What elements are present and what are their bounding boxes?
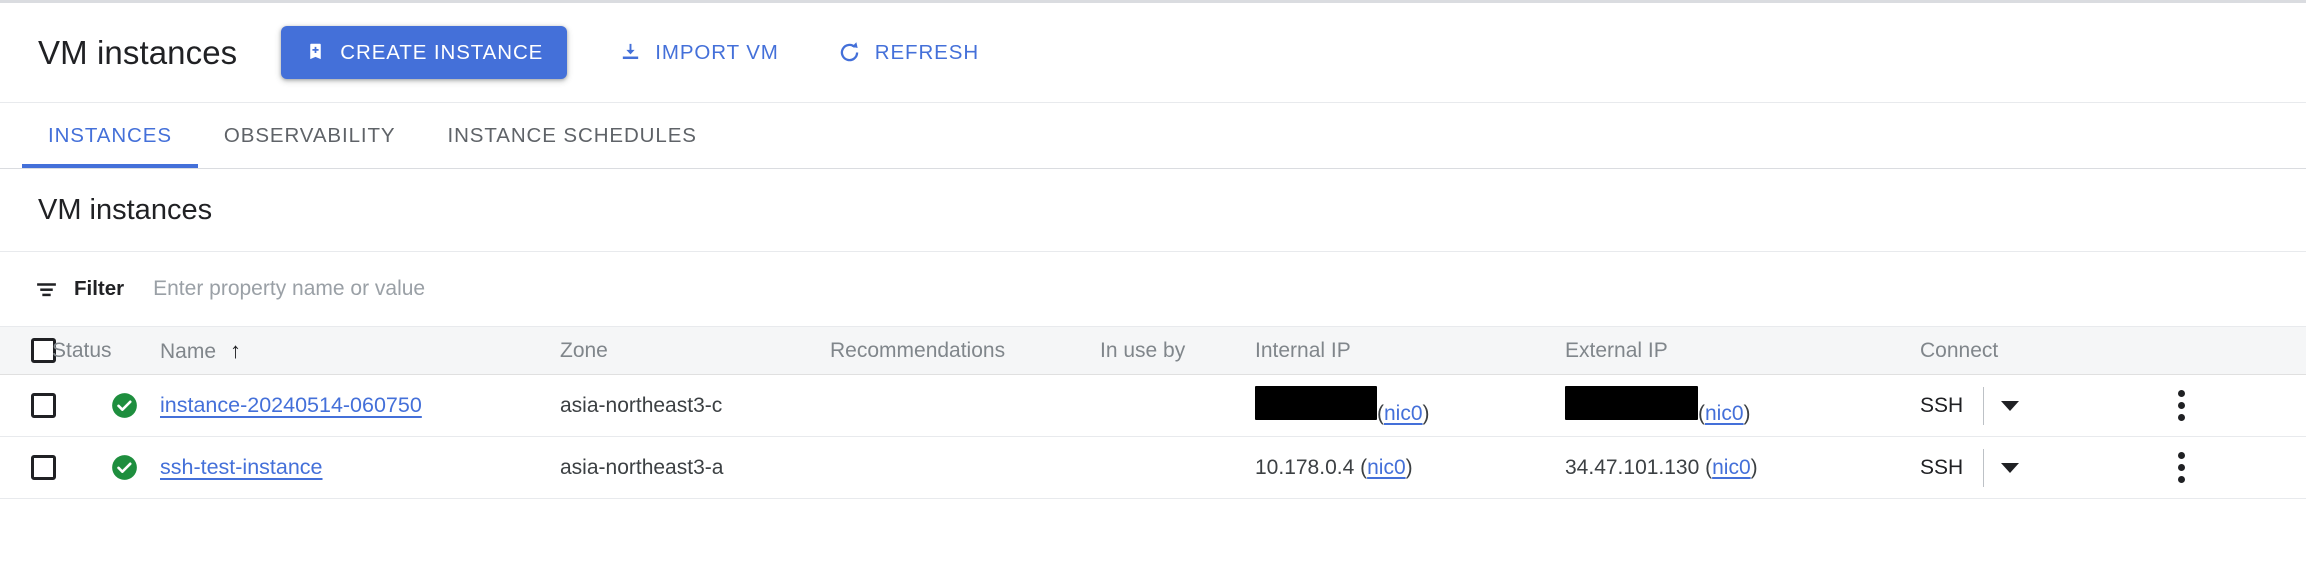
external-ip-paren-open: ( xyxy=(1699,455,1713,479)
column-header-zone[interactable]: Zone xyxy=(560,326,830,375)
column-header-name-label: Name xyxy=(160,339,217,363)
import-vm-label: IMPORT VM xyxy=(655,40,779,64)
table-row[interactable]: instance-20240514-060750 asia-northeast3… xyxy=(0,374,2306,437)
connect-divider xyxy=(1983,448,1985,487)
row-select-cell xyxy=(0,436,56,499)
row-actions-cell xyxy=(2120,436,2306,499)
import-vm-button[interactable]: IMPORT VM xyxy=(603,26,795,79)
row-actions-cell xyxy=(2120,374,2306,437)
page-title: VM instances xyxy=(38,33,238,71)
row-status-cell xyxy=(52,374,160,437)
row-external-ip-cell: 34.47.101.130 (nic0) xyxy=(1565,436,1920,499)
row-internal-ip-cell: 10.178.0.4 (nic0) xyxy=(1255,436,1565,499)
column-header-connect[interactable]: Connect xyxy=(1920,326,2120,375)
select-all-header xyxy=(0,326,56,375)
internal-ip-paren-open: ( xyxy=(1377,401,1384,425)
internal-ip-paren-close: ) xyxy=(1422,401,1430,425)
tab-instances[interactable]: INSTANCES xyxy=(22,103,198,168)
filter-icon[interactable] xyxy=(34,277,59,302)
row-external-ip-cell: (nic0) xyxy=(1565,374,1920,437)
filter-input[interactable] xyxy=(151,276,956,302)
internal-ip-paren-close: ) xyxy=(1405,455,1413,479)
row-recommendations-cell xyxy=(830,374,1100,437)
internal-nic-link[interactable]: nic0 xyxy=(1367,456,1406,480)
filter-label: Filter xyxy=(74,277,125,300)
tab-bar: INSTANCES OBSERVABILITY INSTANCE SCHEDUL… xyxy=(0,103,2306,169)
internal-nic-link[interactable]: nic0 xyxy=(1384,402,1423,426)
row-internal-ip-cell: (nic0) xyxy=(1255,374,1565,437)
download-icon xyxy=(619,41,642,64)
external-ip-paren-open: ( xyxy=(1698,401,1705,425)
row-status-cell xyxy=(52,436,160,499)
add-instance-icon xyxy=(305,42,326,63)
row-zone-cell: asia-northeast3-a xyxy=(560,436,830,499)
column-header-recommendations[interactable]: Recommendations xyxy=(830,326,1100,375)
external-nic-link[interactable]: nic0 xyxy=(1712,456,1751,480)
external-ip-redaction xyxy=(1565,385,1698,420)
row-in-use-by-cell xyxy=(1100,436,1255,499)
row-name-cell: ssh-test-instance xyxy=(160,436,560,499)
external-nic-link[interactable]: nic0 xyxy=(1705,402,1744,426)
internal-ip-value: 10.178.0.4 xyxy=(1255,455,1355,479)
chevron-down-icon[interactable] xyxy=(2001,462,2020,473)
row-connect-cell: SSH xyxy=(1920,436,2120,499)
sort-ascending-icon: ↑ xyxy=(230,337,242,363)
internal-ip-redaction xyxy=(1255,385,1377,420)
column-header-status[interactable]: Status xyxy=(52,326,160,375)
external-ip-paren-close: ) xyxy=(1750,455,1758,479)
external-ip-paren-close: ) xyxy=(1743,401,1751,425)
ssh-button[interactable]: SSH xyxy=(1920,456,1963,480)
column-header-name[interactable]: Name ↑ xyxy=(160,326,560,375)
chevron-down-icon[interactable] xyxy=(2001,400,2020,411)
table-row[interactable]: ssh-test-instance asia-northeast3-a 10.1… xyxy=(0,436,2306,499)
refresh-label: REFRESH xyxy=(874,40,980,64)
filter-bar: Filter xyxy=(0,252,2306,326)
refresh-button[interactable]: REFRESH xyxy=(821,26,995,79)
column-header-in-use-by[interactable]: In use by xyxy=(1100,326,1255,375)
more-vert-icon[interactable] xyxy=(2178,452,2185,483)
tab-instance-schedules[interactable]: INSTANCE SCHEDULES xyxy=(422,103,723,168)
row-select-cell xyxy=(0,374,56,437)
create-instance-button[interactable]: CREATE INSTANCE xyxy=(281,26,568,79)
more-vert-icon[interactable] xyxy=(2178,390,2185,421)
row-name-cell: instance-20240514-060750 xyxy=(160,374,560,437)
row-zone-cell: asia-northeast3-c xyxy=(560,374,830,437)
column-header-internal-ip[interactable]: Internal IP xyxy=(1255,326,1565,375)
refresh-icon xyxy=(837,40,862,65)
table-header-row: Status Name ↑ Zone Recommendations In use… xyxy=(0,326,2306,375)
column-header-external-ip[interactable]: External IP xyxy=(1565,326,1920,375)
section-header: VM instances xyxy=(0,169,2306,252)
row-in-use-by-cell xyxy=(1100,374,1255,437)
column-header-actions xyxy=(2120,326,2306,375)
vm-instances-table: Status Name ↑ Zone Recommendations In use… xyxy=(0,326,2306,499)
section-title: VM instances xyxy=(38,193,213,226)
internal-ip-paren-open: ( xyxy=(1354,455,1368,479)
check-circle-icon xyxy=(111,392,138,419)
connect-divider xyxy=(1983,386,1985,425)
page-toolbar: VM instances CREATE INSTANCE IMPORT VM R… xyxy=(0,3,2306,103)
tab-observability[interactable]: OBSERVABILITY xyxy=(198,103,422,168)
external-ip-value: 34.47.101.130 xyxy=(1565,455,1700,479)
ssh-button[interactable]: SSH xyxy=(1920,394,1963,418)
create-instance-label: CREATE INSTANCE xyxy=(340,40,544,64)
check-circle-icon xyxy=(111,454,138,481)
instance-name-link[interactable]: instance-20240514-060750 xyxy=(160,393,422,417)
row-recommendations-cell xyxy=(830,436,1100,499)
instance-name-link[interactable]: ssh-test-instance xyxy=(160,455,323,479)
row-connect-cell: SSH xyxy=(1920,374,2120,437)
